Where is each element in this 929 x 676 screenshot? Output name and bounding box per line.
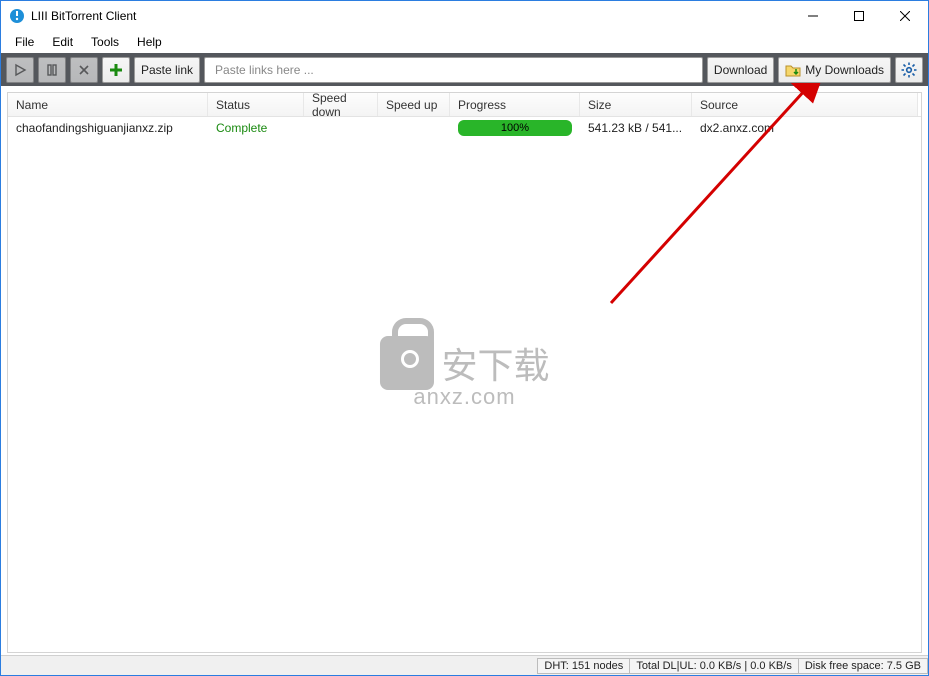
column-name[interactable]: Name xyxy=(8,93,208,116)
status-disk: Disk free space: 7.5 GB xyxy=(798,658,928,674)
maximize-button[interactable] xyxy=(836,1,882,31)
progress-bar: 100% xyxy=(458,120,572,136)
pause-button[interactable] xyxy=(38,57,66,83)
lock-icon xyxy=(379,336,433,390)
window-controls xyxy=(790,1,928,31)
statusbar: DHT: 151 nodes Total DL|UL: 0.0 KB/s | 0… xyxy=(1,655,928,675)
folder-icon xyxy=(785,63,801,77)
my-downloads-label: My Downloads xyxy=(805,63,884,77)
cell-status: Complete xyxy=(208,121,304,135)
table-row[interactable]: chaofandingshiguanjianxz.zip Complete 10… xyxy=(8,117,921,139)
window-title: LIII BitTorrent Client xyxy=(31,9,790,23)
status-dht: DHT: 151 nodes xyxy=(537,658,630,674)
menu-file[interactable]: File xyxy=(7,33,42,51)
download-button[interactable]: Download xyxy=(707,57,774,83)
cell-source: dx2.anxz.com xyxy=(692,121,918,135)
column-source[interactable]: Source xyxy=(692,93,918,116)
minimize-button[interactable] xyxy=(790,1,836,31)
column-progress[interactable]: Progress xyxy=(450,93,580,116)
watermark-text2: anxz.com xyxy=(413,384,515,410)
menubar: File Edit Tools Help xyxy=(1,31,928,53)
close-button[interactable] xyxy=(882,1,928,31)
app-icon xyxy=(9,8,25,24)
column-speed-down[interactable]: Speed down xyxy=(304,93,378,116)
menu-tools[interactable]: Tools xyxy=(83,33,127,51)
cancel-button[interactable] xyxy=(70,57,98,83)
cell-size: 541.23 kB / 541... xyxy=(580,121,692,135)
paste-placeholder-text: Paste links here ... xyxy=(215,63,314,77)
settings-button[interactable] xyxy=(895,57,923,83)
status-total: Total DL|UL: 0.0 KB/s | 0.0 KB/s xyxy=(629,658,799,674)
add-button[interactable] xyxy=(102,57,130,83)
table-body: chaofandingshiguanjianxz.zip Complete 10… xyxy=(8,117,921,139)
column-speed-up[interactable]: Speed up xyxy=(378,93,450,116)
menu-edit[interactable]: Edit xyxy=(44,33,81,51)
titlebar: LIII BitTorrent Client xyxy=(1,1,928,31)
play-button[interactable] xyxy=(6,57,34,83)
paste-links-input[interactable]: Paste links here ... xyxy=(204,57,703,83)
cell-name: chaofandingshiguanjianxz.zip xyxy=(8,121,208,135)
downloads-table: Name Status Speed down Speed up Progress… xyxy=(7,92,922,653)
cell-progress: 100% xyxy=(450,120,580,136)
table-header: Name Status Speed down Speed up Progress… xyxy=(8,93,921,117)
menu-help[interactable]: Help xyxy=(129,33,170,51)
paste-link-button[interactable]: Paste link xyxy=(134,57,200,83)
column-size[interactable]: Size xyxy=(580,93,692,116)
toolbar: Paste link Paste links here ... Download… xyxy=(1,53,928,86)
progress-fill: 100% xyxy=(458,120,572,136)
my-downloads-button[interactable]: My Downloads xyxy=(778,57,891,83)
column-status[interactable]: Status xyxy=(208,93,304,116)
watermark-text1: 安下载 xyxy=(441,337,549,389)
watermark: 安下载 anxz.com xyxy=(379,336,549,410)
